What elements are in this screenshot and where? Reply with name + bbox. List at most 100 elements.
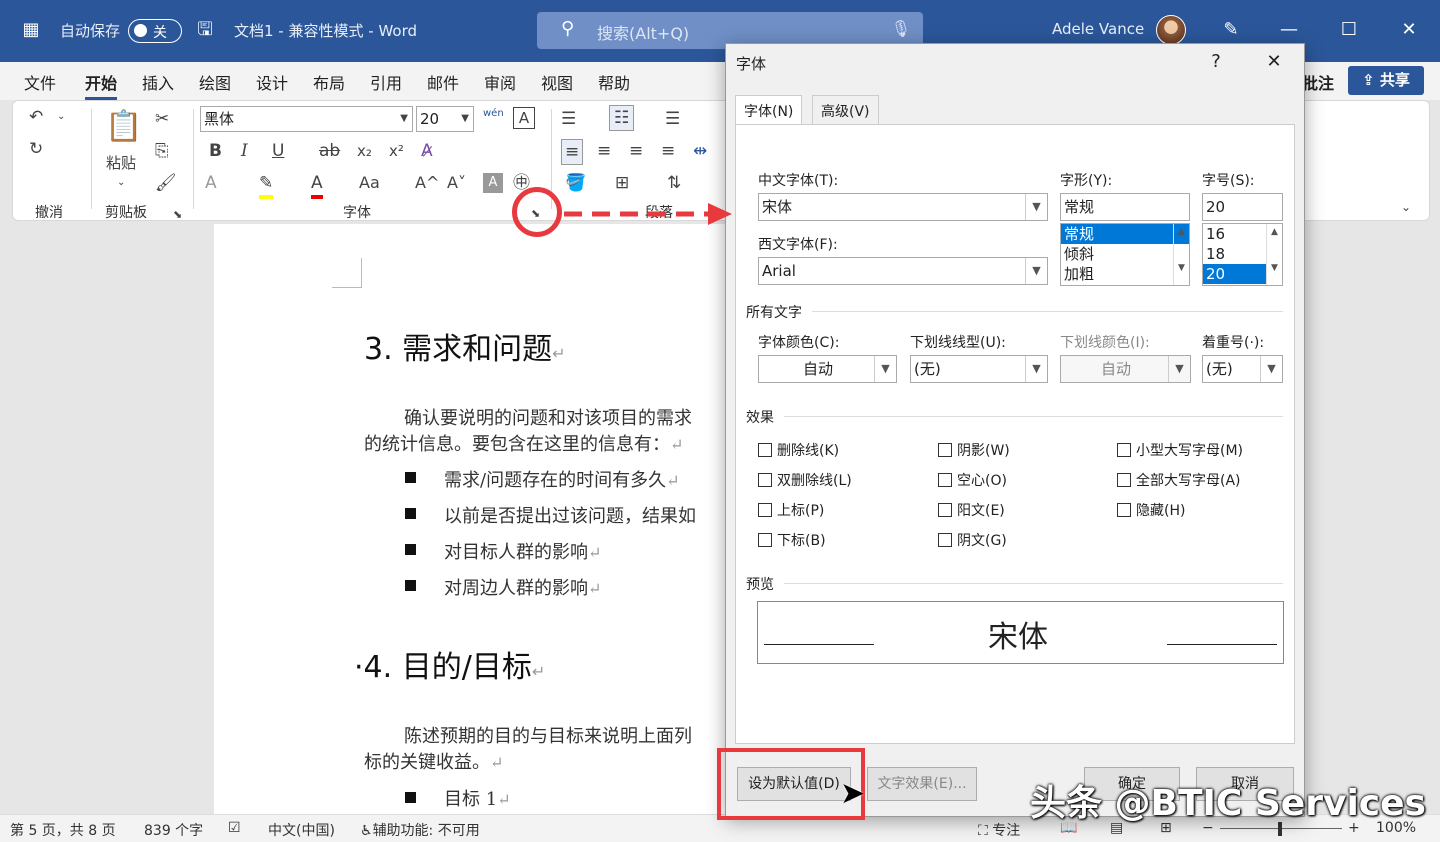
borders-icon[interactable]: ⊞ bbox=[615, 171, 629, 195]
checkbox-box[interactable] bbox=[1117, 443, 1131, 457]
word-count[interactable]: 839 个字 bbox=[144, 820, 203, 840]
scroll-up-icon[interactable]: ▲ bbox=[1267, 227, 1282, 237]
checkbox-box[interactable] bbox=[1117, 473, 1131, 487]
microphone-icon[interactable]: 🎙 bbox=[891, 19, 911, 38]
phonetic-guide-icon[interactable]: wén bbox=[483, 107, 504, 121]
document-page[interactable]: 3. 需求和问题↵ 确认要说明的问题和对该项目的需求 的统计信息。要包含在这里的… bbox=[214, 224, 726, 814]
bold-button[interactable]: B bbox=[209, 139, 222, 163]
checkbox-box[interactable] bbox=[938, 503, 952, 517]
undo-dropdown-icon[interactable]: ⌄ bbox=[57, 105, 65, 129]
proofing-icon[interactable]: ☑ bbox=[228, 820, 241, 836]
grow-font-button[interactable]: A^ bbox=[415, 171, 439, 195]
redo-icon[interactable]: ↻ bbox=[29, 137, 43, 161]
designer-pen-icon[interactable]: ✎ bbox=[1214, 14, 1248, 46]
ribbon-collapse-icon[interactable]: ⌄ bbox=[1401, 195, 1411, 219]
list-item[interactable]: 加粗 bbox=[1061, 264, 1189, 284]
tab-layout[interactable]: 布局 bbox=[313, 70, 345, 94]
dialog-close-button[interactable]: ✕ bbox=[1259, 48, 1289, 76]
font-size-list[interactable]: 16 18 20 ▲ ▼ bbox=[1202, 223, 1283, 286]
cn-font-select[interactable]: 宋体 ▼ bbox=[758, 193, 1048, 221]
tab-file[interactable]: 文件 bbox=[24, 70, 56, 94]
tab-font[interactable]: 字体(N) bbox=[735, 95, 803, 127]
clear-formatting-icon[interactable]: A̷ bbox=[421, 139, 433, 163]
close-window-icon[interactable]: ✕ bbox=[1392, 14, 1426, 46]
list-item[interactable]: 倾斜 bbox=[1061, 244, 1189, 264]
emboss-checkbox[interactable]: 阳文(E) bbox=[938, 500, 1005, 520]
language[interactable]: 中文(中国) bbox=[268, 820, 335, 840]
paste-dropdown-icon[interactable]: ⌄ bbox=[117, 171, 125, 195]
subscript-button[interactable]: x₂ bbox=[357, 139, 372, 163]
share-button[interactable]: ⇪ 共享 bbox=[1348, 66, 1424, 95]
paste-icon[interactable]: 📋 bbox=[105, 107, 142, 147]
tab-mailings[interactable]: 邮件 bbox=[427, 70, 459, 94]
undo-icon[interactable]: ↶ bbox=[29, 105, 43, 129]
font-style-list[interactable]: 常规 倾斜 加粗 ▲ ▼ bbox=[1060, 223, 1190, 286]
cut-icon[interactable]: ✂ bbox=[155, 107, 169, 131]
font-color-select[interactable]: 自动 ▼ bbox=[758, 355, 897, 383]
outline-checkbox[interactable]: 空心(O) bbox=[938, 470, 1007, 490]
avatar[interactable] bbox=[1156, 15, 1186, 45]
strikethrough-button[interactable]: ab bbox=[319, 139, 340, 163]
small-caps-checkbox[interactable]: 小型大写字母(M) bbox=[1117, 440, 1243, 460]
superscript-checkbox[interactable]: 上标(P) bbox=[758, 500, 824, 520]
tab-draw[interactable]: 绘图 bbox=[199, 70, 231, 94]
underline-style-select[interactable]: (无) ▼ bbox=[910, 355, 1048, 383]
autosave-toggle[interactable]: 关 bbox=[128, 19, 182, 43]
copy-icon[interactable]: ⎘ bbox=[155, 139, 169, 163]
font-name-combo[interactable]: 黑体 ▼ bbox=[200, 106, 413, 132]
west-font-select[interactable]: Arial ▼ bbox=[758, 257, 1048, 285]
italic-button[interactable]: I bbox=[241, 139, 248, 163]
tab-advanced[interactable]: 高级(V) bbox=[812, 95, 879, 125]
scroll-down-icon[interactable]: ▼ bbox=[1174, 263, 1189, 273]
multilevel-list-icon[interactable]: ☰ bbox=[665, 107, 680, 131]
change-case-button[interactable]: Aa bbox=[359, 171, 380, 195]
checkbox-box[interactable] bbox=[758, 443, 772, 457]
shrink-font-button[interactable]: A˅ bbox=[447, 171, 466, 195]
align-left-icon[interactable]: ≡ bbox=[561, 139, 584, 165]
sort-icon[interactable]: ⇅ bbox=[667, 171, 681, 195]
scrollbar[interactable]: ▲ ▼ bbox=[1173, 224, 1189, 285]
font-size-combo[interactable]: 20 ▼ bbox=[416, 106, 474, 132]
list-item[interactable]: 常规 bbox=[1061, 224, 1189, 244]
page-count[interactable]: 第 5 页，共 8 页 bbox=[10, 820, 116, 840]
checkbox-box[interactable] bbox=[938, 533, 952, 547]
shading-icon[interactable]: 🪣 bbox=[565, 171, 586, 195]
list-item[interactable]: 20 bbox=[1203, 264, 1266, 284]
align-center-icon[interactable]: ≡ bbox=[597, 139, 611, 163]
emphasis-mark-select[interactable]: (无) ▼ bbox=[1202, 355, 1283, 383]
tab-view[interactable]: 视图 bbox=[541, 70, 573, 94]
justify-icon[interactable]: ≡ bbox=[661, 139, 675, 163]
bullets-icon[interactable]: ☰ bbox=[561, 107, 576, 131]
checkbox-box[interactable] bbox=[758, 473, 772, 487]
double-strikethrough-checkbox[interactable]: 双删除线(L) bbox=[758, 470, 852, 490]
highlight-icon[interactable]: ✎ bbox=[259, 171, 274, 199]
hidden-checkbox[interactable]: 隐藏(H) bbox=[1117, 500, 1185, 520]
tab-references[interactable]: 引用 bbox=[370, 70, 402, 94]
checkbox-box[interactable] bbox=[758, 533, 772, 547]
align-right-icon[interactable]: ≡ bbox=[629, 139, 643, 163]
maximize-icon[interactable]: ☐ bbox=[1332, 14, 1366, 46]
scroll-up-icon[interactable]: ▲ bbox=[1174, 227, 1189, 237]
text-effects-button[interactable]: 文字效果(E)... bbox=[867, 767, 977, 801]
checkbox-box[interactable] bbox=[758, 503, 772, 517]
tab-design[interactable]: 设计 bbox=[256, 70, 288, 94]
format-painter-icon[interactable]: 🖌 bbox=[155, 171, 177, 195]
tab-home[interactable]: 开始 bbox=[85, 70, 118, 100]
all-caps-checkbox[interactable]: 全部大写字母(A) bbox=[1117, 470, 1241, 490]
character-border-icon[interactable]: A bbox=[513, 107, 535, 129]
underline-color-select[interactable]: 自动 ▼ bbox=[1060, 355, 1191, 383]
font-style-input[interactable]: 常规 bbox=[1060, 193, 1190, 221]
character-shading-icon[interactable]: A bbox=[483, 173, 503, 193]
underline-button[interactable]: U bbox=[272, 139, 284, 163]
tab-help[interactable]: 帮助 bbox=[598, 70, 630, 94]
strikethrough-checkbox[interactable]: 删除线(K) bbox=[758, 440, 839, 460]
tab-review[interactable]: 审阅 bbox=[484, 70, 516, 94]
engrave-checkbox[interactable]: 阴文(G) bbox=[938, 530, 1007, 550]
focus-mode-button[interactable]: ⛶ 专注 bbox=[978, 820, 1020, 840]
checkbox-box[interactable] bbox=[1117, 503, 1131, 517]
help-button[interactable]: ? bbox=[1201, 48, 1231, 76]
numbering-icon[interactable]: ☷ bbox=[609, 105, 635, 131]
scrollbar[interactable]: ▲ ▼ bbox=[1266, 224, 1282, 285]
minimize-icon[interactable]: — bbox=[1272, 14, 1306, 46]
shadow-checkbox[interactable]: 阴影(W) bbox=[938, 440, 1010, 460]
